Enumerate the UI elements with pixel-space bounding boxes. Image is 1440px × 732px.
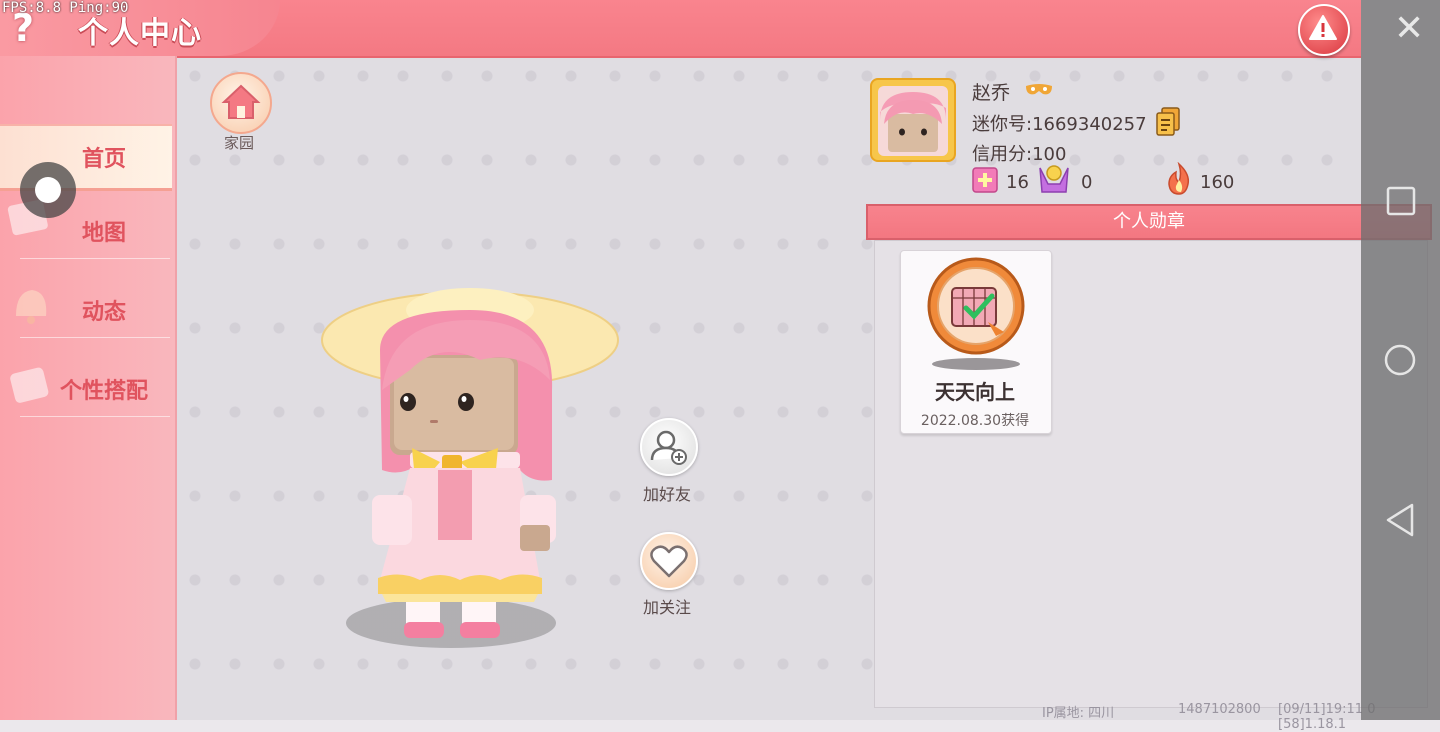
sidebar-item-label: 首页: [81, 147, 126, 172]
home-nav-icon[interactable]: [1383, 343, 1417, 377]
likes-count: 16: [1006, 172, 1029, 193]
sidebar-item-outfit[interactable]: 个性搭配: [0, 358, 172, 420]
follow-label: 加关注: [642, 598, 691, 617]
sidebar-item-label: 个性搭配: [59, 379, 148, 404]
fans-icon: [1039, 165, 1069, 193]
back-nav-icon[interactable]: [1384, 502, 1416, 538]
avatar-portrait: [878, 86, 948, 156]
homestead-label: 家园: [223, 134, 254, 152]
add-friend-button[interactable]: [640, 418, 698, 476]
floating-assist-ball[interactable]: [20, 162, 76, 218]
sidebar-divider: [20, 258, 170, 259]
sidebar-item-label: 地图: [81, 221, 126, 246]
daily-progress-medal-icon: [927, 257, 1025, 370]
player-character-model[interactable]: [320, 280, 630, 640]
add-user-icon: [650, 430, 687, 465]
sidebar-divider: [20, 416, 170, 417]
fans-count: 0: [1081, 172, 1093, 193]
player-name: 赵乔: [972, 82, 1011, 104]
ip-location: IP属地: 四川: [1042, 706, 1115, 721]
medals-section-header: 个人勋章: [866, 204, 1432, 240]
report-warning-button[interactable]: [1298, 4, 1350, 56]
likes-card-icon: [972, 167, 998, 193]
close-icon[interactable]: ✕: [1394, 8, 1424, 49]
sidebar-item-map[interactable]: 地图: [0, 200, 172, 262]
fps-ping-readout: FPS:8.8 Ping:90: [2, 0, 129, 16]
medal-date: 2022.08.30获得: [920, 413, 1030, 429]
warning-icon: [1309, 15, 1337, 40]
sidebar-divider: [20, 337, 170, 338]
recent-apps-icon[interactable]: [1386, 186, 1416, 216]
heat-flame-icon: [1168, 162, 1190, 195]
uid-text: 1487102800: [1178, 702, 1261, 717]
house-icon: [221, 84, 261, 119]
sidebar-item-feed[interactable]: 动态: [0, 279, 172, 341]
mini-id: 迷你号:1669340257: [972, 114, 1147, 135]
copy-icon[interactable]: [1154, 106, 1182, 136]
sidebar-item-label: 动态: [81, 300, 126, 325]
avatar[interactable]: [870, 78, 956, 162]
follow-button[interactable]: [640, 532, 698, 590]
add-friend-label: 加好友: [642, 485, 691, 504]
heat-count: 160: [1200, 172, 1235, 193]
heart-icon: [650, 545, 688, 578]
homestead-button[interactable]: [210, 72, 272, 134]
mask-badge-icon: [1026, 84, 1052, 95]
medal-name: 天天向上: [935, 380, 1015, 404]
